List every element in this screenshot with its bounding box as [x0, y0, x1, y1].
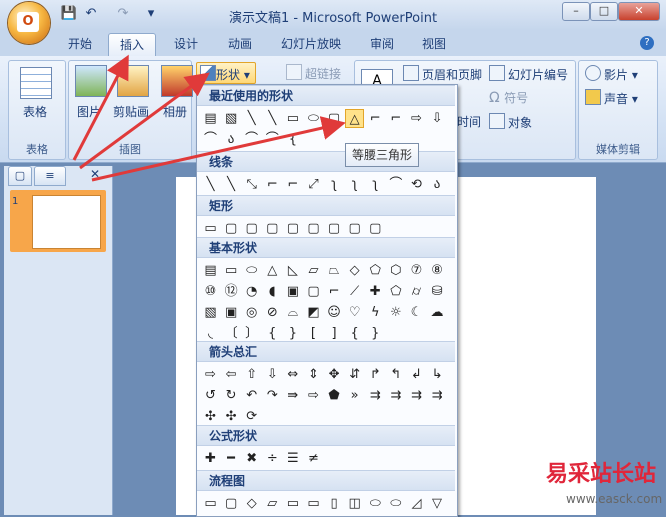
annotation-arrows — [72, 54, 346, 182]
office-button[interactable]: O — [8, 2, 50, 44]
office-logo-icon: O — [17, 12, 39, 32]
arrow-to-insert-tab — [72, 54, 129, 161]
watermark-en: www.easck.com — [566, 492, 663, 506]
arrow-to-shapes-button — [79, 72, 210, 170]
watermark-cn: 易采站长站 — [546, 462, 657, 487]
